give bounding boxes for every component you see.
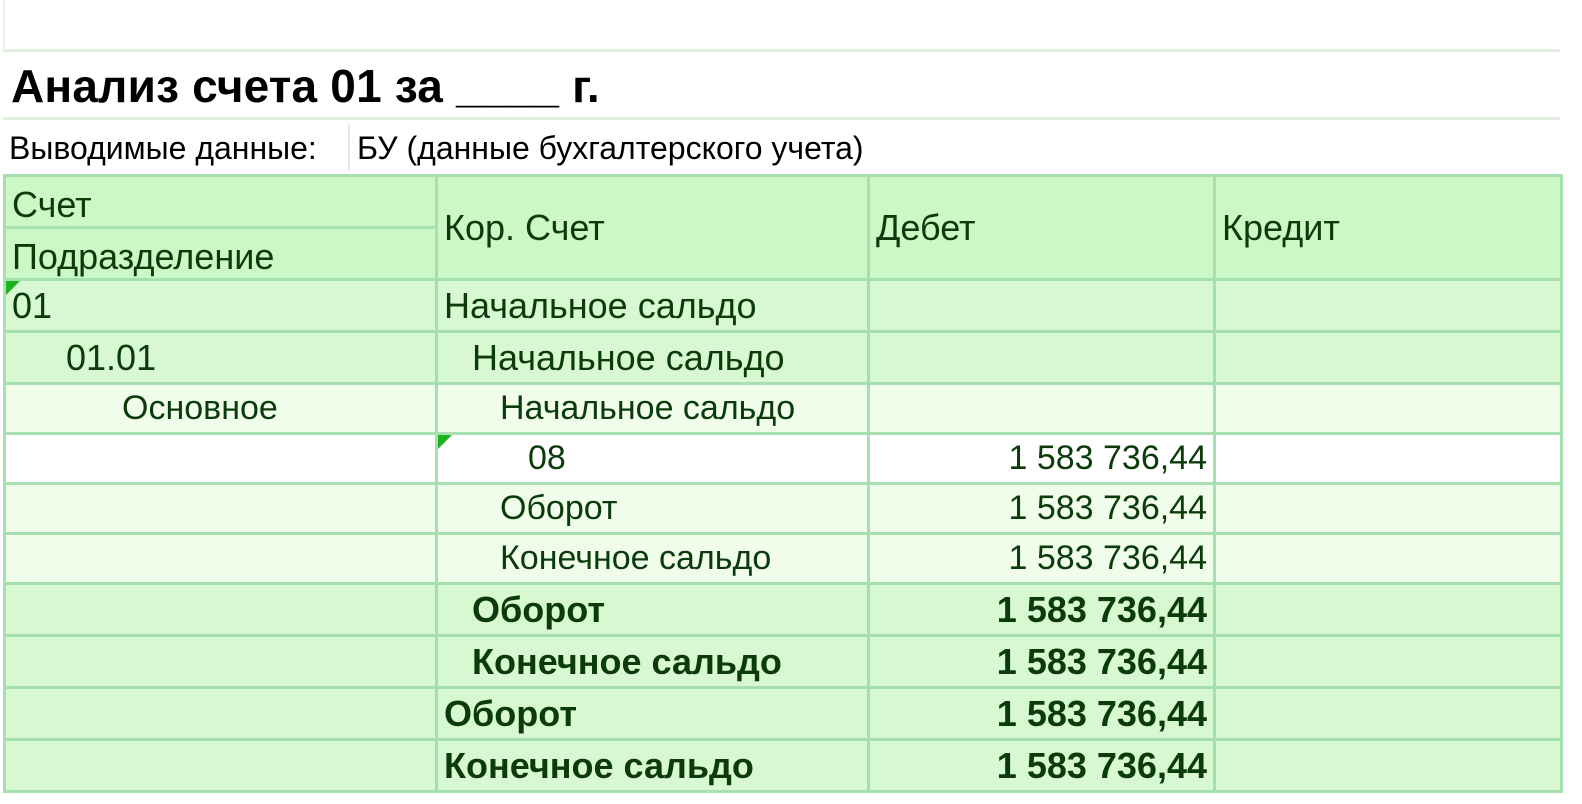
debit-cell: 1 583 736,44	[867, 686, 1216, 741]
params-row: Выводимые данные: БУ (данные бухгалтерск…	[3, 124, 1560, 170]
corr-cell: Оборот	[435, 582, 870, 637]
debit-cell	[867, 382, 1216, 435]
account-cell: 01.01	[3, 330, 438, 385]
group-marker-icon[interactable]	[7, 282, 20, 295]
header-account: Счет	[3, 174, 438, 229]
debit-cell	[867, 278, 1216, 333]
table-row[interactable]: Оборот 1 583 736,44	[3, 482, 1563, 535]
credit-cell	[1213, 330, 1563, 385]
table-row[interactable]: 01 Начальное сальдо	[3, 278, 1563, 333]
corr-cell: Начальное сальдо	[435, 382, 870, 435]
detail-marker-icon[interactable]	[439, 436, 452, 449]
account-cell	[3, 482, 438, 535]
title-row: Анализ счета 01 за ____ г.	[3, 55, 1560, 120]
debit-cell: 1 583 736,44	[867, 582, 1216, 637]
credit-cell	[1213, 382, 1563, 435]
credit-cell	[1213, 482, 1563, 535]
debit-cell: 1 583 736,44	[867, 432, 1216, 485]
credit-cell	[1213, 432, 1563, 485]
table-row[interactable]: Конечное сальдо 1 583 736,44	[3, 532, 1563, 585]
credit-cell	[1213, 634, 1563, 689]
account-cell	[3, 582, 438, 637]
credit-cell	[1213, 738, 1563, 793]
params-value: БУ (данные бухгалтерского учета)	[357, 130, 864, 166]
corr-cell: Оборот	[435, 482, 870, 535]
account-cell	[3, 532, 438, 585]
header-credit: Кредит	[1213, 174, 1563, 281]
credit-cell	[1213, 532, 1563, 585]
debit-cell: 1 583 736,44	[867, 532, 1216, 585]
blank-row	[3, 0, 1560, 52]
corr-cell: Начальное сальдо	[435, 330, 870, 385]
debit-cell: 1 583 736,44	[867, 738, 1216, 793]
corr-cell: Начальное сальдо	[435, 278, 870, 333]
debit-cell: 1 583 736,44	[867, 634, 1216, 689]
corr-cell: Конечное сальдо	[435, 634, 870, 689]
account-cell	[3, 686, 438, 741]
corr-cell: Оборот	[435, 686, 870, 741]
report-sheet: Анализ счета 01 за ____ г. Выводимые дан…	[0, 0, 1582, 804]
report-title: Анализ счета 01 за ____ г.	[11, 60, 600, 112]
table-row[interactable]: Основное Начальное сальдо	[3, 382, 1563, 435]
debit-cell: 1 583 736,44	[867, 482, 1216, 535]
report-table: Счет Кор. Счет Дебет Кредит Подразделени…	[3, 174, 1563, 793]
credit-cell	[1213, 686, 1563, 741]
header-row-1: Счет Кор. Счет Дебет Кредит	[3, 174, 1563, 281]
header-subdivision: Подразделение	[3, 226, 438, 281]
corr-cell: Конечное сальдо	[435, 738, 870, 793]
account-cell	[3, 738, 438, 793]
params-separator	[348, 124, 350, 170]
table-row[interactable]: Конечное сальдо 1 583 736,44	[3, 634, 1563, 689]
account-cell[interactable]: 01	[3, 278, 438, 333]
table-row[interactable]: Оборот 1 583 736,44	[3, 582, 1563, 637]
corr-cell: Конечное сальдо	[435, 532, 870, 585]
table-row[interactable]: Конечное сальдо 1 583 736,44	[3, 738, 1563, 793]
corr-cell[interactable]: 08	[435, 432, 870, 485]
header-debit: Дебет	[867, 174, 1216, 281]
credit-cell	[1213, 582, 1563, 637]
account-cell	[3, 432, 438, 485]
header-corr-account: Кор. Счет	[435, 174, 870, 281]
credit-cell	[1213, 278, 1563, 333]
table-row[interactable]: Оборот 1 583 736,44	[3, 686, 1563, 741]
account-cell	[3, 634, 438, 689]
debit-cell	[867, 330, 1216, 385]
table-row[interactable]: 08 1 583 736,44	[3, 432, 1563, 485]
table-row[interactable]: 01.01 Начальное сальдо	[3, 330, 1563, 385]
corr-value: 08	[528, 439, 566, 477]
account-cell: Основное	[3, 382, 438, 435]
params-label: Выводимые данные:	[9, 130, 317, 166]
